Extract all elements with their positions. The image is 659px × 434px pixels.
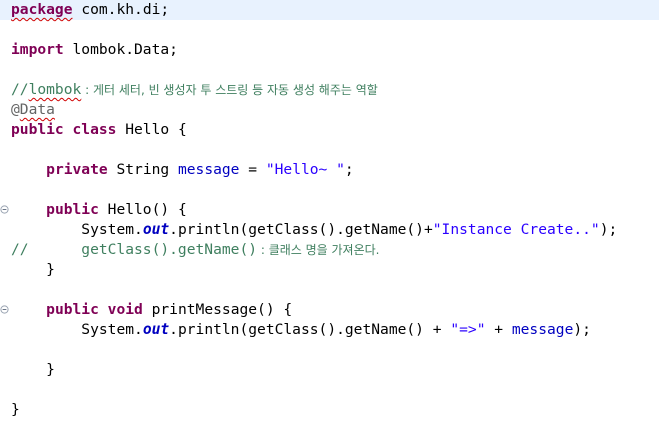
code-line-import[interactable]: import lombok.Data;: [11, 40, 178, 60]
import-name: lombok.Data: [72, 41, 170, 58]
close-brace: }: [46, 261, 55, 278]
keyword-public: public: [11, 121, 64, 138]
keyword-public: public: [46, 301, 99, 318]
annotation-at: @: [11, 101, 20, 118]
comment-lombok: lombok: [28, 81, 82, 98]
field-type: String: [107, 161, 178, 178]
keyword-package: package: [11, 1, 73, 18]
collapse-icon[interactable]: [0, 205, 9, 214]
code-line-class-close[interactable]: }: [11, 400, 20, 420]
println-call: .println(getClass().getName()+: [169, 221, 433, 238]
sysout-prefix: System.: [81, 321, 143, 338]
println-call: .println(getClass().getName() +: [169, 321, 451, 338]
constructor-signature: Hello() {: [98, 201, 187, 218]
code-line-method-println[interactable]: System.out.println(getClass().getName() …: [11, 320, 591, 340]
field-value-string: "Hello~ ": [265, 161, 345, 178]
semicolon: ;: [160, 1, 170, 18]
static-field-out: out: [142, 221, 170, 238]
code-line-field[interactable]: private String message = "Hello~ ";: [11, 160, 354, 180]
keyword-class: class: [72, 121, 117, 138]
semicolon: ;: [344, 161, 354, 178]
keyword-private: private: [46, 161, 108, 178]
code-line-class[interactable]: public class Hello {: [11, 120, 187, 140]
ctor-string-literal: "Instance Create..": [432, 221, 600, 238]
call-close: );: [599, 221, 618, 238]
close-brace: }: [11, 401, 20, 418]
code-line-package[interactable]: package com.kh.di;: [0, 0, 659, 20]
code-line-comment[interactable]: //lombok : 게터 세터, 빈 생성자 투 스트링 등 자동 생성 해주…: [11, 80, 378, 100]
code-line-annotation[interactable]: @Data: [11, 100, 55, 120]
keyword-import: import: [11, 41, 64, 58]
code-editor[interactable]: package com.kh.di; import lombok.Data; /…: [0, 0, 659, 434]
close-brace: }: [46, 361, 55, 378]
code-line-commented[interactable]: // getClass().getName() : 클래스 명을 가져온다.: [11, 240, 380, 260]
assign-op: =: [239, 161, 266, 178]
editor-gutter: [0, 0, 10, 434]
call-close: );: [573, 321, 591, 338]
field-ref-message: message: [511, 321, 574, 338]
field-name: message: [177, 161, 240, 178]
arrow-string-literal: "=>": [450, 321, 486, 338]
class-name: Hello {: [116, 121, 187, 138]
code-line-method-close[interactable]: }: [11, 360, 55, 380]
commented-code: // getClass().getName(): [11, 241, 258, 258]
annotation-name: Data: [19, 101, 55, 118]
keyword-public: public: [46, 201, 99, 218]
comment-korean-text: : 게터 세터, 빈 생성자 투 스트링 등 자동 생성 해주는 역할: [81, 83, 378, 97]
comment-prefix: //: [11, 81, 29, 98]
commented-korean-text: : 클래스 명을 가져온다.: [257, 243, 380, 257]
package-name: com.kh.di: [81, 1, 161, 18]
keyword-void: void: [107, 301, 143, 318]
collapse-icon[interactable]: [0, 305, 9, 314]
sysout-prefix: System.: [81, 221, 143, 238]
code-line-ctor-close[interactable]: }: [11, 260, 55, 280]
plus-op: +: [485, 321, 512, 338]
code-line-method[interactable]: public void printMessage() {: [11, 300, 292, 320]
method-signature: printMessage() {: [142, 301, 293, 318]
semicolon: ;: [169, 41, 178, 58]
code-line-ctor-println[interactable]: System.out.println(getClass().getName()+…: [11, 220, 617, 240]
code-line-constructor[interactable]: public Hello() {: [11, 200, 187, 220]
static-field-out: out: [142, 321, 170, 338]
